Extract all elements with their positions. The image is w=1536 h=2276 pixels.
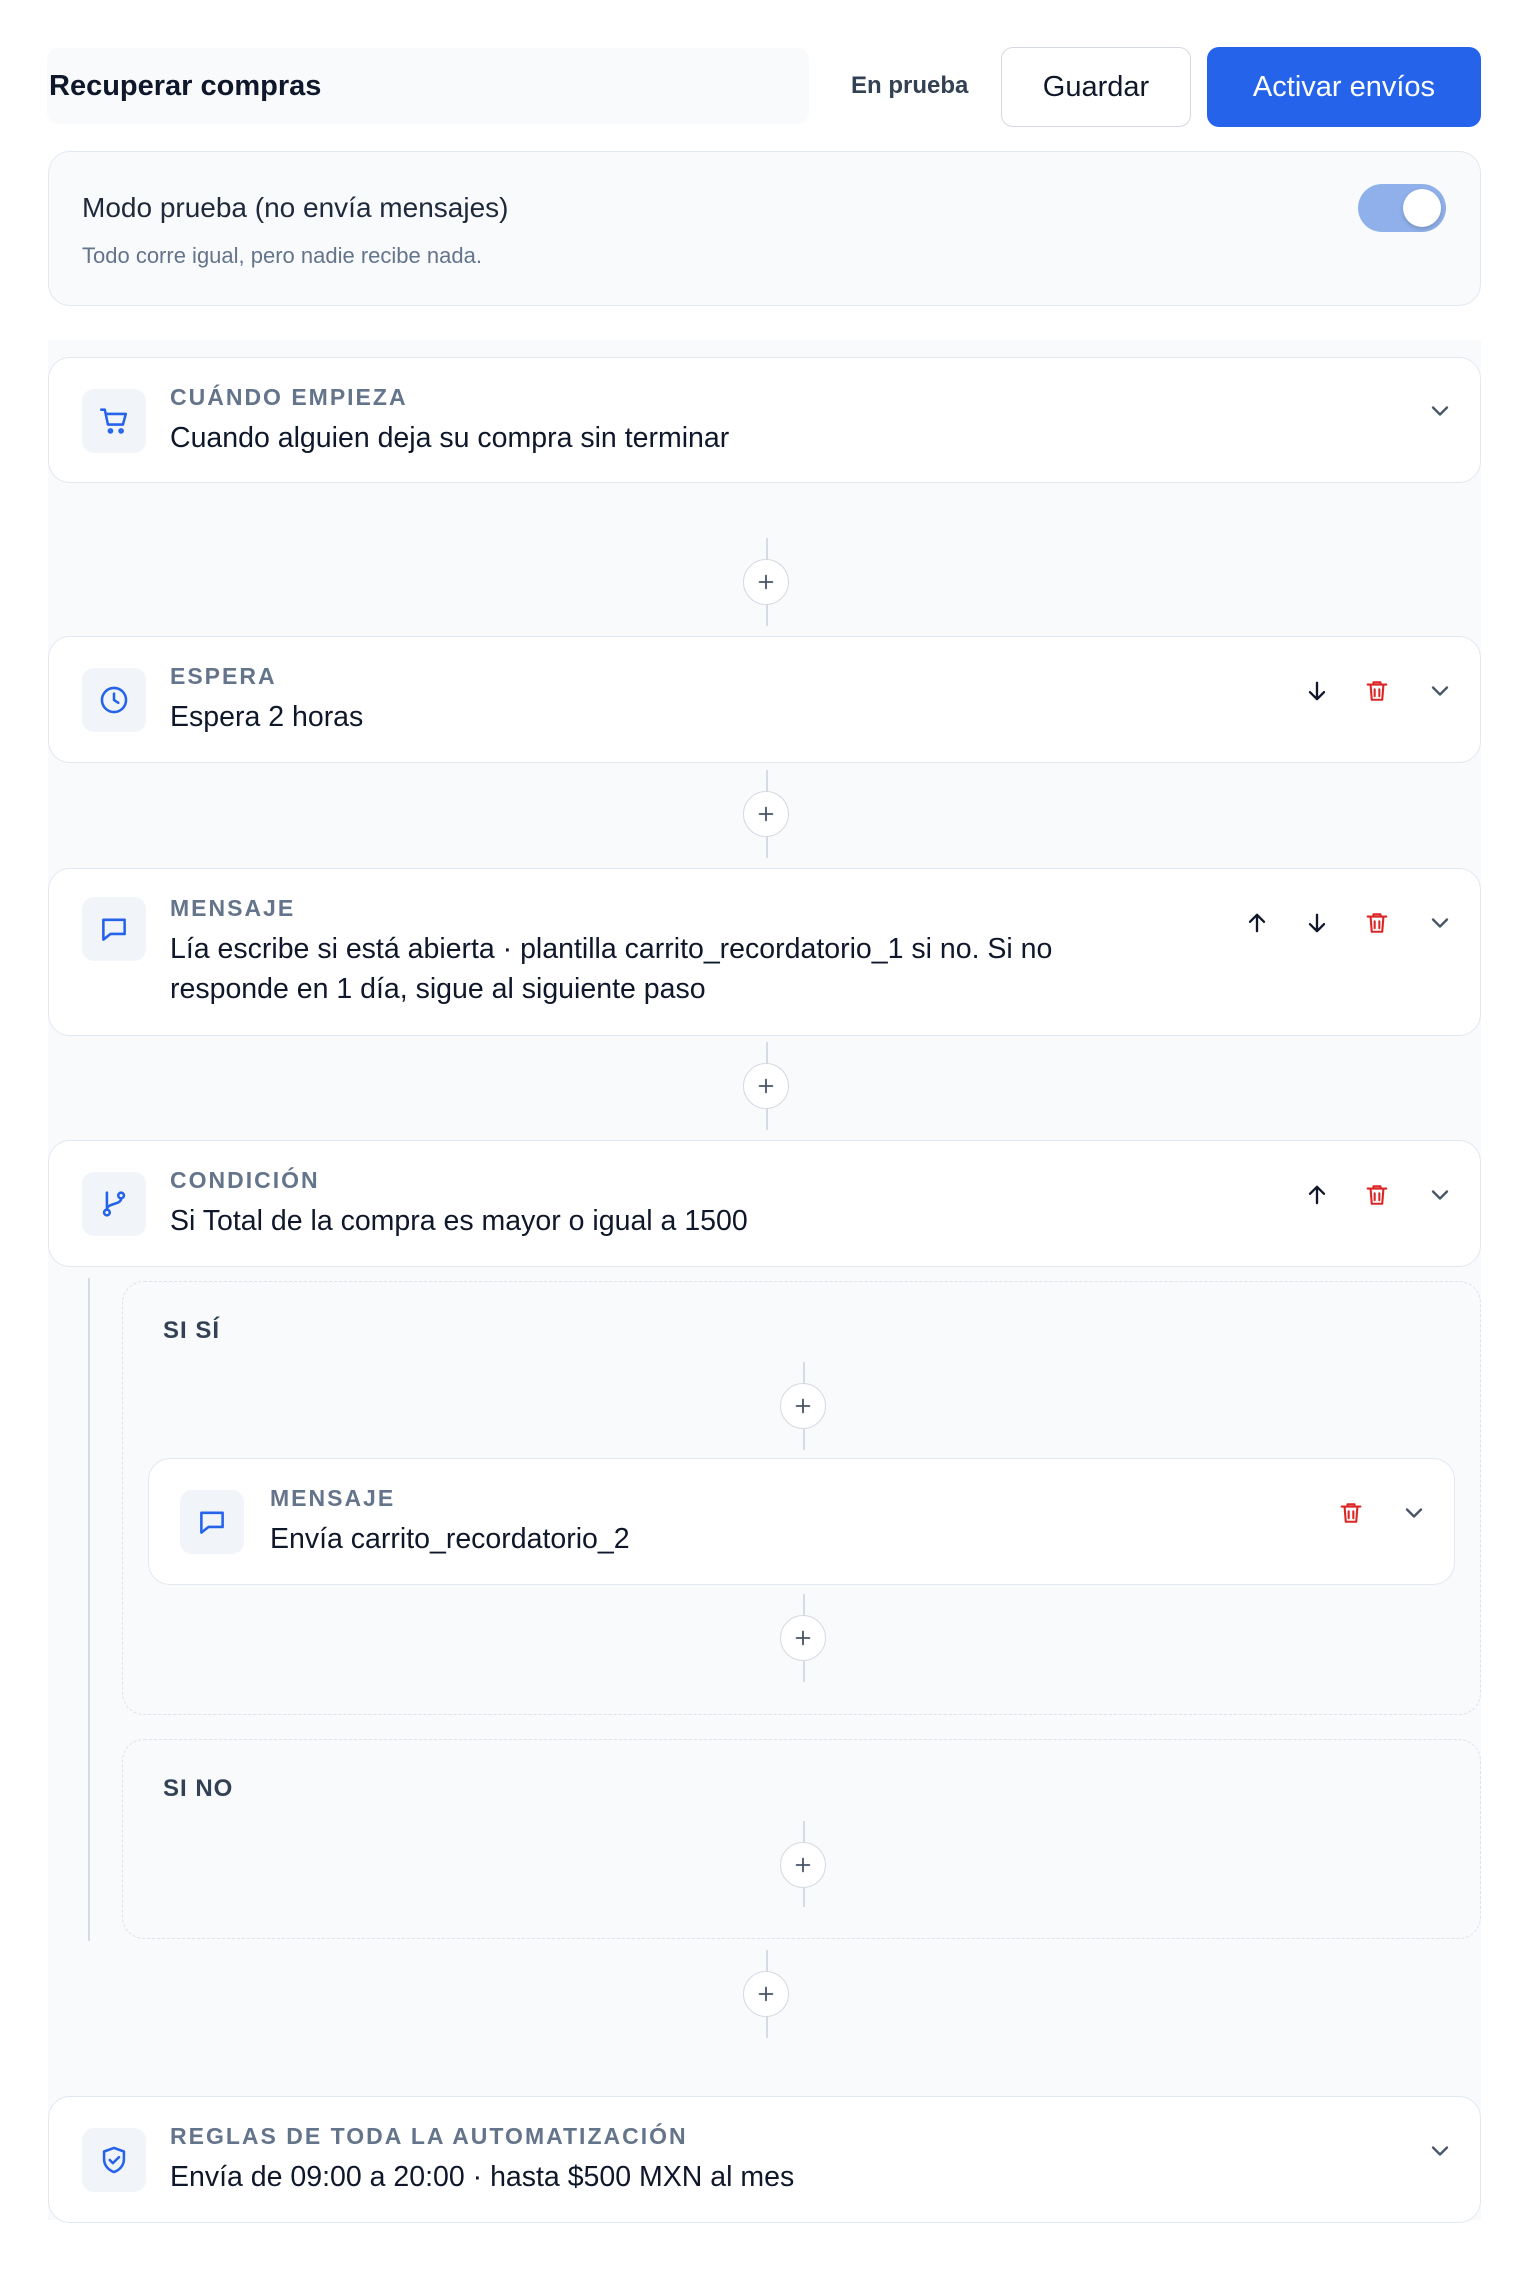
step-card-wait[interactable]: ESPERA Espera 2 horas: [48, 636, 1481, 763]
trash-icon[interactable]: [1359, 905, 1395, 941]
message-icon: [180, 1490, 244, 1554]
step-description: Espera 2 horas: [170, 701, 364, 733]
add-step-button[interactable]: [780, 1842, 826, 1888]
step-card-message[interactable]: MENSAJE Lía escribe si está abierta · pl…: [48, 868, 1481, 1036]
step-label: CONDICIÓN: [170, 1167, 320, 1193]
step-card-message-yes[interactable]: MENSAJE Envía carrito_recordatorio_2: [148, 1458, 1455, 1585]
step-description: Si Total de la compra es mayor o igual a…: [170, 1205, 748, 1237]
chevron-down-icon[interactable]: [1422, 2133, 1458, 2169]
status-badge: En prueba: [851, 72, 969, 99]
add-step-button[interactable]: [780, 1615, 826, 1661]
rules-card[interactable]: REGLAS DE TODA LA AUTOMATIZACIÓN Envía d…: [48, 2096, 1481, 2223]
add-step-button[interactable]: [743, 1063, 789, 1109]
add-step-button[interactable]: [743, 559, 789, 605]
test-mode-panel: [48, 151, 1481, 306]
test-mode-title: Modo prueba (no envía mensajes): [82, 192, 509, 223]
trash-icon[interactable]: [1359, 1177, 1395, 1213]
chevron-down-icon[interactable]: [1422, 393, 1458, 429]
move-up-icon[interactable]: [1299, 1177, 1335, 1213]
chevron-down-icon[interactable]: [1396, 1495, 1432, 1531]
add-step-button[interactable]: [780, 1383, 826, 1429]
trash-icon[interactable]: [1333, 1495, 1369, 1531]
move-down-icon[interactable]: [1299, 905, 1335, 941]
move-up-icon[interactable]: [1239, 905, 1275, 941]
step-label: MENSAJE: [170, 895, 296, 921]
rules-description: Envía de 09:00 a 20:00 · hasta $500 MXN …: [170, 2161, 795, 2193]
cart-icon: [82, 389, 146, 453]
chevron-down-icon[interactable]: [1422, 673, 1458, 709]
add-step-button[interactable]: [743, 791, 789, 837]
automation-name-field[interactable]: Recuperar compras: [47, 48, 809, 124]
step-label: ESPERA: [170, 663, 277, 689]
step-card-trigger[interactable]: CUÁNDO EMPIEZA Cuando alguien deja su co…: [48, 357, 1481, 483]
chevron-down-icon[interactable]: [1422, 1177, 1458, 1213]
step-description-line-2: responde en 1 día, sigue al siguiente pa…: [170, 973, 706, 1005]
toggle-knob: [1403, 189, 1441, 227]
test-mode-subtitle: Todo corre igual, pero nadie recibe nada…: [82, 243, 482, 268]
branch-yes-label: SI SÍ: [163, 1317, 221, 1344]
step-description: Cuando alguien deja su compra sin termin…: [170, 422, 730, 454]
activate-sends-button[interactable]: Activar envíos: [1207, 47, 1481, 127]
step-description: Envía carrito_recordatorio_2: [270, 1523, 630, 1555]
step-description-line-1: Lía escribe si está abierta · plantilla …: [170, 933, 1053, 965]
automation-title: Recuperar compras: [49, 69, 322, 102]
test-mode-toggle[interactable]: [1358, 184, 1446, 232]
chevron-down-icon[interactable]: [1422, 905, 1458, 941]
step-label: MENSAJE: [270, 1485, 396, 1511]
move-down-icon[interactable]: [1299, 673, 1335, 709]
step-card-condition[interactable]: CONDICIÓN Si Total de la compra es mayor…: [48, 1140, 1481, 1267]
branch-no: SI NO: [122, 1739, 1481, 1939]
rules-label: REGLAS DE TODA LA AUTOMATIZACIÓN: [170, 2123, 688, 2149]
shield-check-icon: [82, 2128, 146, 2192]
branch-icon: [82, 1172, 146, 1236]
message-icon: [82, 897, 146, 961]
clock-icon: [82, 668, 146, 732]
save-button[interactable]: Guardar: [1001, 47, 1191, 127]
trash-icon[interactable]: [1359, 673, 1395, 709]
add-step-button[interactable]: [743, 1971, 789, 2017]
branch-no-label: SI NO: [163, 1775, 234, 1802]
branch-rail: [88, 1278, 90, 1941]
step-label: CUÁNDO EMPIEZA: [170, 384, 408, 410]
